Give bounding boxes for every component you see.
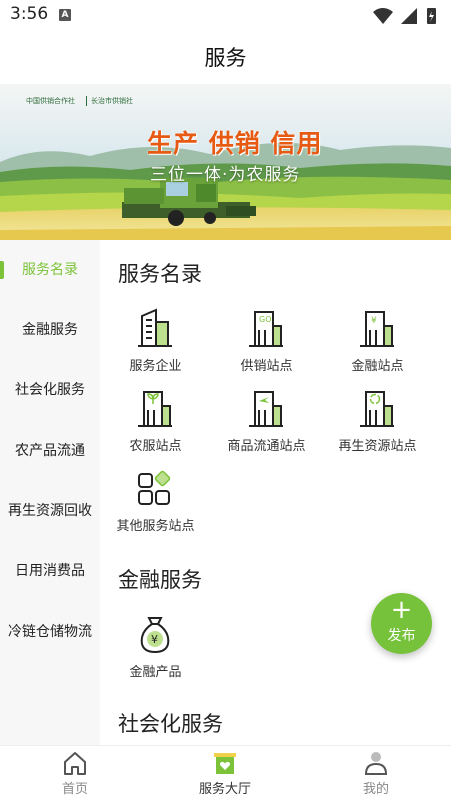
service-item-finance-station[interactable]: ¥ 金融站点 <box>322 308 433 388</box>
finance-station-icon: ¥ <box>360 311 394 347</box>
system-status-icons <box>373 8 436 24</box>
service-item-label: 金融站点 <box>351 359 404 374</box>
service-item-logistics-station[interactable]: 商品流通站点 <box>211 388 322 468</box>
svg-text:GO: GO <box>259 315 272 324</box>
service-item-other-station[interactable]: 其他服务站点 <box>100 468 211 548</box>
sidebar-item-directory[interactable]: 服务名录 <box>0 240 100 300</box>
status-time: 3:56 <box>10 4 49 24</box>
service-item-label: 农服站点 <box>129 439 182 454</box>
plus-icon: + <box>390 595 413 625</box>
other-services-grid-icon <box>138 470 171 505</box>
profile-icon <box>364 752 388 775</box>
sidebar-item-label: 农产品流通 <box>15 443 85 459</box>
tab-service-hall[interactable]: 服务大厅 <box>150 746 300 804</box>
service-item-label: 再生资源站点 <box>338 439 417 454</box>
enterprise-building-icon <box>138 308 172 347</box>
service-item-enterprise[interactable]: 服务企业 <box>100 308 211 388</box>
service-item-label: 金融产品 <box>129 665 182 680</box>
sidebar-item-agri-circulation[interactable]: 农产品流通 <box>0 421 100 481</box>
org-name-text: 中国供销合作社 <box>26 97 75 105</box>
recycle-station-icon <box>360 391 394 427</box>
sidebar-item-label: 日用消费品 <box>15 563 85 579</box>
svg-text:¥: ¥ <box>371 316 377 326</box>
tab-home[interactable]: 首页 <box>0 746 150 804</box>
service-item-label: 其他服务站点 <box>116 519 195 534</box>
category-sidebar: 服务名录 金融服务 社会化服务 农产品流通 再生资源回收 日用消费品 冷链仓储物… <box>0 240 100 745</box>
active-indicator <box>0 261 4 279</box>
tab-profile[interactable]: 我的 <box>301 746 451 804</box>
sidebar-item-label: 冷链仓储物流 <box>8 624 92 640</box>
tab-label: 首页 <box>61 782 88 797</box>
title-bar: 服务 <box>0 32 451 84</box>
publish-label: 发布 <box>387 628 416 644</box>
sidebar-item-consumer-goods[interactable]: 日用消费品 <box>0 541 100 601</box>
section-title-social: 社会化服务 <box>118 712 223 736</box>
service-hall-icon <box>214 753 236 774</box>
signal-icon <box>401 8 417 24</box>
sidebar-item-social-services[interactable]: 社会化服务 <box>0 360 100 420</box>
wifi-icon <box>373 8 393 24</box>
money-bag-icon: ¥ <box>140 617 170 654</box>
sidebar-item-label: 金融服务 <box>22 322 78 338</box>
logistics-station-icon <box>249 391 283 427</box>
service-content: 服务名录 服务企业 GO 供销站点 ¥ 金融站点 农服站点 商品流通站点 再生资… <box>100 240 451 745</box>
service-item-label: 服务企业 <box>129 359 182 374</box>
banner-subtitle: 三位一体·为农服务 <box>150 165 301 185</box>
notification-a-icon: A <box>59 9 71 21</box>
sidebar-item-label: 社会化服务 <box>15 382 85 398</box>
service-item-finance-product[interactable]: ¥ 金融产品 <box>100 614 211 694</box>
service-item-label: 商品流通站点 <box>227 439 306 454</box>
home-icon <box>64 752 86 775</box>
sidebar-item-recycling[interactable]: 再生资源回收 <box>0 481 100 541</box>
section-title-finance: 金融服务 <box>118 568 202 592</box>
banner-slogan: 生产 供销 信用 <box>147 129 323 158</box>
supply-station-icon: GO <box>249 311 283 347</box>
tab-label: 我的 <box>362 782 389 797</box>
service-item-recycle-station[interactable]: 再生资源站点 <box>322 388 433 468</box>
status-bar: 3:56 A <box>0 0 451 32</box>
sidebar-item-finance[interactable]: 金融服务 <box>0 300 100 360</box>
section-title-directory: 服务名录 <box>118 262 202 286</box>
sidebar-item-label: 再生资源回收 <box>8 503 92 519</box>
svg-text:¥: ¥ <box>151 633 158 646</box>
agri-service-station-icon <box>138 391 172 427</box>
sidebar-item-cold-chain[interactable]: 冷链仓储物流 <box>0 602 100 662</box>
sidebar-item-label: 服务名录 <box>22 262 78 278</box>
org-local-text: 长治市供销社 <box>86 96 133 106</box>
service-item-agri-station[interactable]: 农服站点 <box>100 388 211 468</box>
service-item-label: 供销站点 <box>240 359 293 374</box>
page-title: 服务 <box>204 46 247 70</box>
tab-label: 服务大厅 <box>198 782 251 797</box>
bottom-tab-bar: 首页 服务大厅 我的 <box>0 745 451 803</box>
publish-fab-button[interactable]: + 发布 <box>371 593 432 654</box>
promo-banner[interactable]: 中国供销合作社 长治市供销社 生产 供销 信用 三位一体·为农服务 <box>0 84 451 240</box>
service-item-supply-station[interactable]: GO 供销站点 <box>211 308 322 388</box>
